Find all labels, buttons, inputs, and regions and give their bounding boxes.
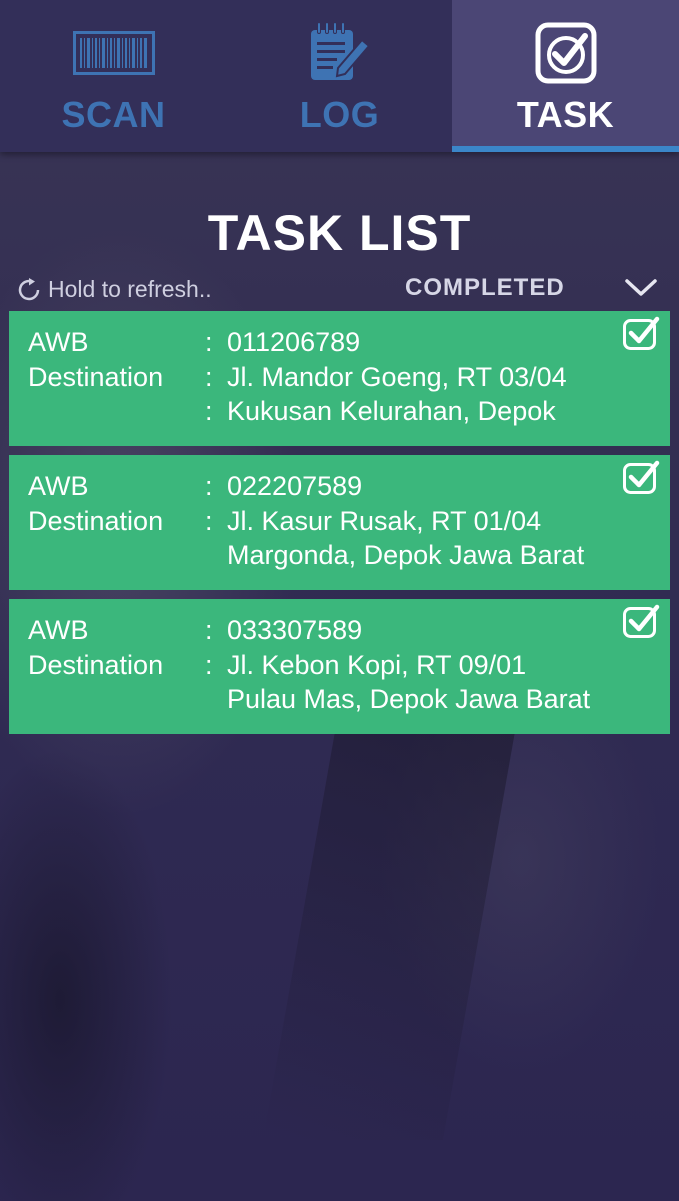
destination-line2: Kukusan Kelurahan, Depok [227,396,556,426]
tab-bar: SCAN LOG TASK [0,0,679,152]
destination-line2: Pulau Mas, Depok Jawa Barat [227,684,591,714]
awb-label: AWB [28,615,89,645]
colon: : [205,506,213,536]
destination-label: Destination [28,506,164,536]
page-title: TASK LIST [207,205,472,261]
awb-value: 033307589 [227,615,363,645]
refresh-hint[interactable]: Hold to refresh.. [16,276,212,303]
tab-scan[interactable]: SCAN [0,0,227,152]
colon: : [205,396,213,426]
checkbox-icon [535,22,597,84]
task-card[interactable]: AWB : 011206789 Destination : Jl. Mandor… [9,311,670,446]
awb-label: AWB [28,327,89,357]
awb-value: 011206789 [227,327,361,357]
status-filter-dropdown[interactable]: COMPLETED [405,274,565,302]
refresh-icon [18,277,40,300]
awb-label: AWB [28,471,89,501]
chevron-down-icon[interactable] [624,276,658,300]
colon: : [205,471,213,501]
tab-label: SCAN [61,94,166,135]
destination-line1: Jl. Kasur Rusak, RT 01/04 [227,506,542,536]
tab-task[interactable]: TASK [452,0,679,152]
completed-check-icon[interactable] [622,603,660,639]
active-tab-indicator [452,146,679,152]
task-list: AWB : 011206789 Destination : Jl. Mandor… [9,311,670,743]
tab-label: TASK [516,94,615,135]
destination-line1: Jl. Mandor Goeng, RT 03/04 [227,362,567,392]
refresh-hint-text: Hold to refresh.. [48,276,212,302]
tab-label: LOG [299,94,380,135]
colon: : [205,327,213,357]
barcode-icon [72,22,155,84]
completed-check-icon[interactable] [622,459,660,495]
destination-label: Destination [28,362,164,392]
colon: : [205,615,213,645]
destination-line2: Margonda, Depok Jawa Barat [227,540,585,570]
colon: : [205,362,213,392]
awb-value: 022207589 [227,471,363,501]
completed-check-icon[interactable] [622,315,660,351]
task-card[interactable]: AWB : 033307589 Destination : Jl. Kebon … [9,599,670,734]
colon: : [205,650,213,680]
task-card[interactable]: AWB : 022207589 Destination : Jl. Kasur … [9,455,670,590]
tab-log[interactable]: LOG [227,0,452,152]
destination-label: Destination [28,650,164,680]
destination-line1: Jl. Kebon Kopi, RT 09/01 [227,650,527,680]
notepad-pencil-icon [308,22,372,84]
